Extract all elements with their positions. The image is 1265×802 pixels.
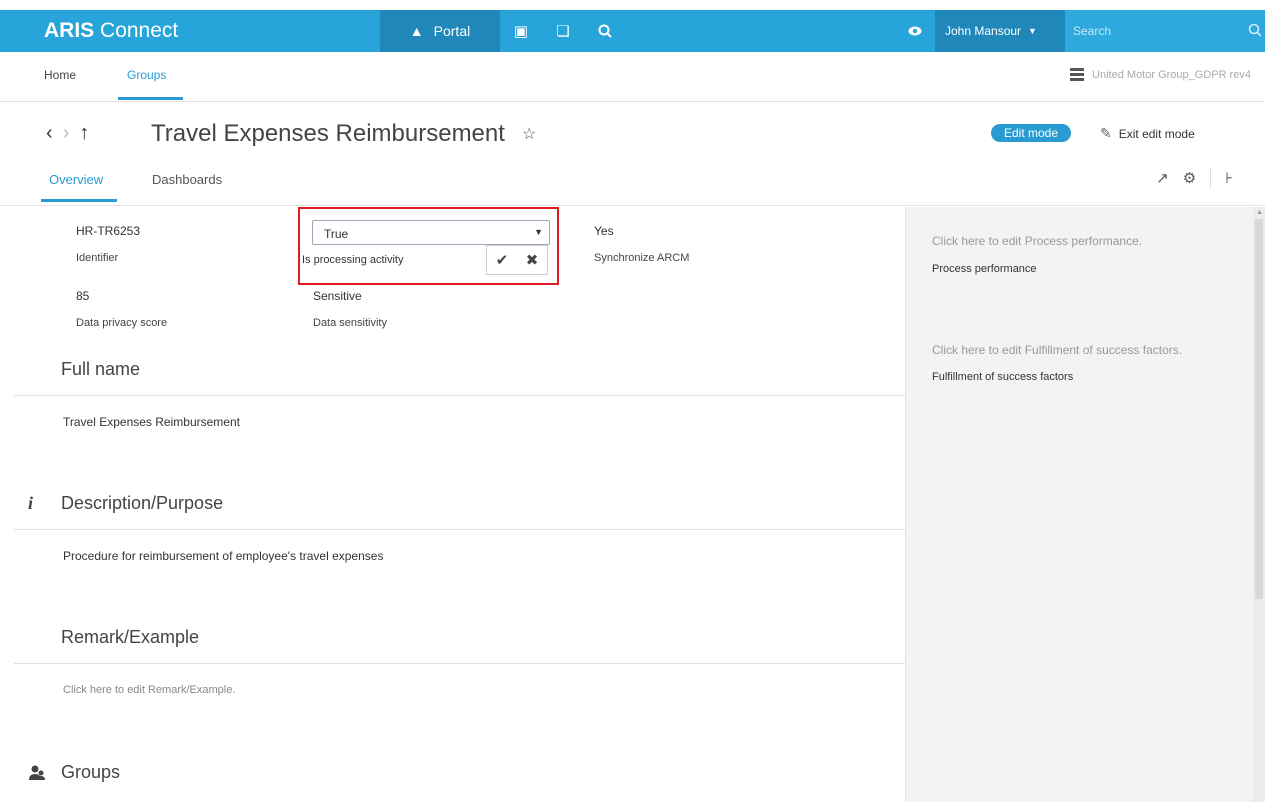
check-icon[interactable]: ✔: [496, 251, 509, 269]
side-panel: Click here to edit Process performance. …: [905, 207, 1265, 802]
full-name-text[interactable]: Travel Expenses Reimbursement: [63, 415, 240, 429]
success-hint[interactable]: Click here to edit Fulfillment of succes…: [932, 343, 1182, 357]
search-icon[interactable]: [1248, 23, 1262, 37]
page-header: ‹ › ↑ Travel Expenses Reimbursement ☆ Ed…: [0, 102, 1265, 206]
star-icon[interactable]: ☆: [522, 124, 536, 144]
export-icon[interactable]: ↗: [1156, 169, 1169, 187]
sync-label: Synchronize ARCM: [594, 252, 690, 264]
description-heading: Description/Purpose: [61, 493, 224, 513]
close-icon[interactable]: ✖: [526, 251, 539, 269]
privacy-score-value[interactable]: 85: [76, 289, 89, 303]
performance-label: Process performance: [932, 263, 1037, 275]
info-icon: i: [28, 493, 34, 513]
success-label: Fulfillment of success factors: [932, 371, 1074, 383]
tab-overview[interactable]: Overview: [49, 172, 103, 187]
search-icon: [598, 24, 612, 38]
groups-heading: Groups: [61, 762, 121, 782]
overview-content: HR-TR6253 Identifier 85 Data privacy sco…: [0, 207, 905, 802]
database-icon: [1070, 68, 1085, 82]
page-title: Travel Expenses Reimbursement: [151, 120, 505, 147]
privacy-score-label: Data privacy score: [76, 317, 168, 329]
full-name-heading: Full name: [61, 359, 141, 379]
nav-groups[interactable]: Groups: [127, 68, 166, 82]
search-box: [1065, 10, 1265, 52]
sensitivity-value[interactable]: Sensitive: [313, 289, 362, 303]
select-value: True: [324, 227, 349, 241]
edit-mode-badge[interactable]: Edit mode: [991, 124, 1072, 142]
exit-edit-button[interactable]: ✎ Exit edit mode: [1100, 125, 1195, 142]
scrollbar-thumb[interactable]: [1255, 219, 1263, 599]
groups-icon: [29, 765, 45, 780]
history-nav: ‹ › ↑: [46, 122, 89, 145]
edit-attribute-popup: True ▼ Is processing activity ✔ ✖: [298, 207, 559, 285]
up-icon[interactable]: ↑: [79, 122, 89, 145]
search-input[interactable]: [1065, 10, 1265, 52]
user-name: John Mansour: [945, 24, 1022, 38]
view-toggle-button[interactable]: [895, 10, 935, 52]
remark-placeholder[interactable]: Click here to edit Remark/Example.: [63, 684, 235, 696]
nav-home[interactable]: Home: [44, 68, 76, 82]
popup-actions: ✔ ✖: [486, 245, 548, 275]
portal-icon: ▲: [409, 23, 424, 39]
performance-hint[interactable]: Click here to edit Process performance.: [932, 234, 1142, 248]
app-logo[interactable]: ARIS Connect: [44, 19, 178, 43]
settings-icon[interactable]: ⚙: [1183, 169, 1196, 187]
brand-light: Connect: [94, 19, 179, 42]
section-divider: [14, 395, 905, 396]
portal-button[interactable]: ▲ Portal: [380, 10, 500, 52]
forward-icon[interactable]: ›: [63, 122, 70, 145]
processing-activity-label: Is processing activity: [302, 254, 404, 266]
section-divider: [14, 529, 905, 530]
tab-active-indicator: [41, 199, 117, 202]
section-divider: [14, 663, 905, 664]
pen-icon: ✎: [1100, 125, 1112, 141]
chevron-down-icon: ▼: [1028, 26, 1037, 36]
user-menu[interactable]: John Mansour ▼: [935, 10, 1065, 52]
collaboration-icon: ❏: [556, 23, 570, 40]
user-area: John Mansour ▼: [895, 10, 1265, 52]
toolbar-divider: [1210, 168, 1212, 188]
sensitivity-label: Data sensitivity: [313, 317, 387, 329]
portal-label: Portal: [433, 23, 471, 39]
top-bar: ARIS Connect ▲ Portal ▣ ❏ John Mansour ▼: [0, 10, 1265, 52]
exit-edit-label: Exit edit mode: [1118, 126, 1195, 141]
identifier-label: Identifier: [76, 252, 119, 264]
secondary-nav: Home Groups United Motor Group_GDPR rev4: [0, 52, 1265, 102]
processing-activity-select[interactable]: True ▼: [312, 220, 550, 245]
nav-active-indicator: [118, 97, 183, 100]
tree-icon[interactable]: ⊦: [1225, 169, 1233, 187]
identifier-value[interactable]: HR-TR6253: [76, 224, 140, 238]
database-name: United Motor Group_GDPR rev4: [1092, 69, 1251, 81]
description-text[interactable]: Procedure for reimbursement of employee'…: [63, 549, 383, 563]
model-icon: ▣: [513, 23, 529, 40]
collaboration-button[interactable]: ❏: [542, 10, 584, 52]
toolbar: ↗ ⚙ ⊦: [1156, 168, 1233, 188]
remark-heading: Remark/Example: [61, 627, 200, 647]
tab-dashboards[interactable]: Dashboards: [152, 172, 222, 187]
brand-bold: ARIS: [44, 19, 95, 42]
chevron-down-icon: ▼: [534, 227, 543, 237]
back-icon[interactable]: ‹: [46, 122, 53, 145]
scrollbar[interactable]: ▲: [1253, 207, 1265, 802]
database-selector[interactable]: United Motor Group_GDPR rev4: [1070, 68, 1251, 82]
scroll-up-icon[interactable]: ▲: [1256, 209, 1263, 216]
search-nav-button[interactable]: [584, 10, 626, 52]
eye-icon: [908, 26, 922, 36]
main-nav: ▲ Portal ▣ ❏: [380, 10, 626, 52]
model-button[interactable]: ▣: [500, 10, 542, 52]
sync-value[interactable]: Yes: [594, 224, 614, 238]
